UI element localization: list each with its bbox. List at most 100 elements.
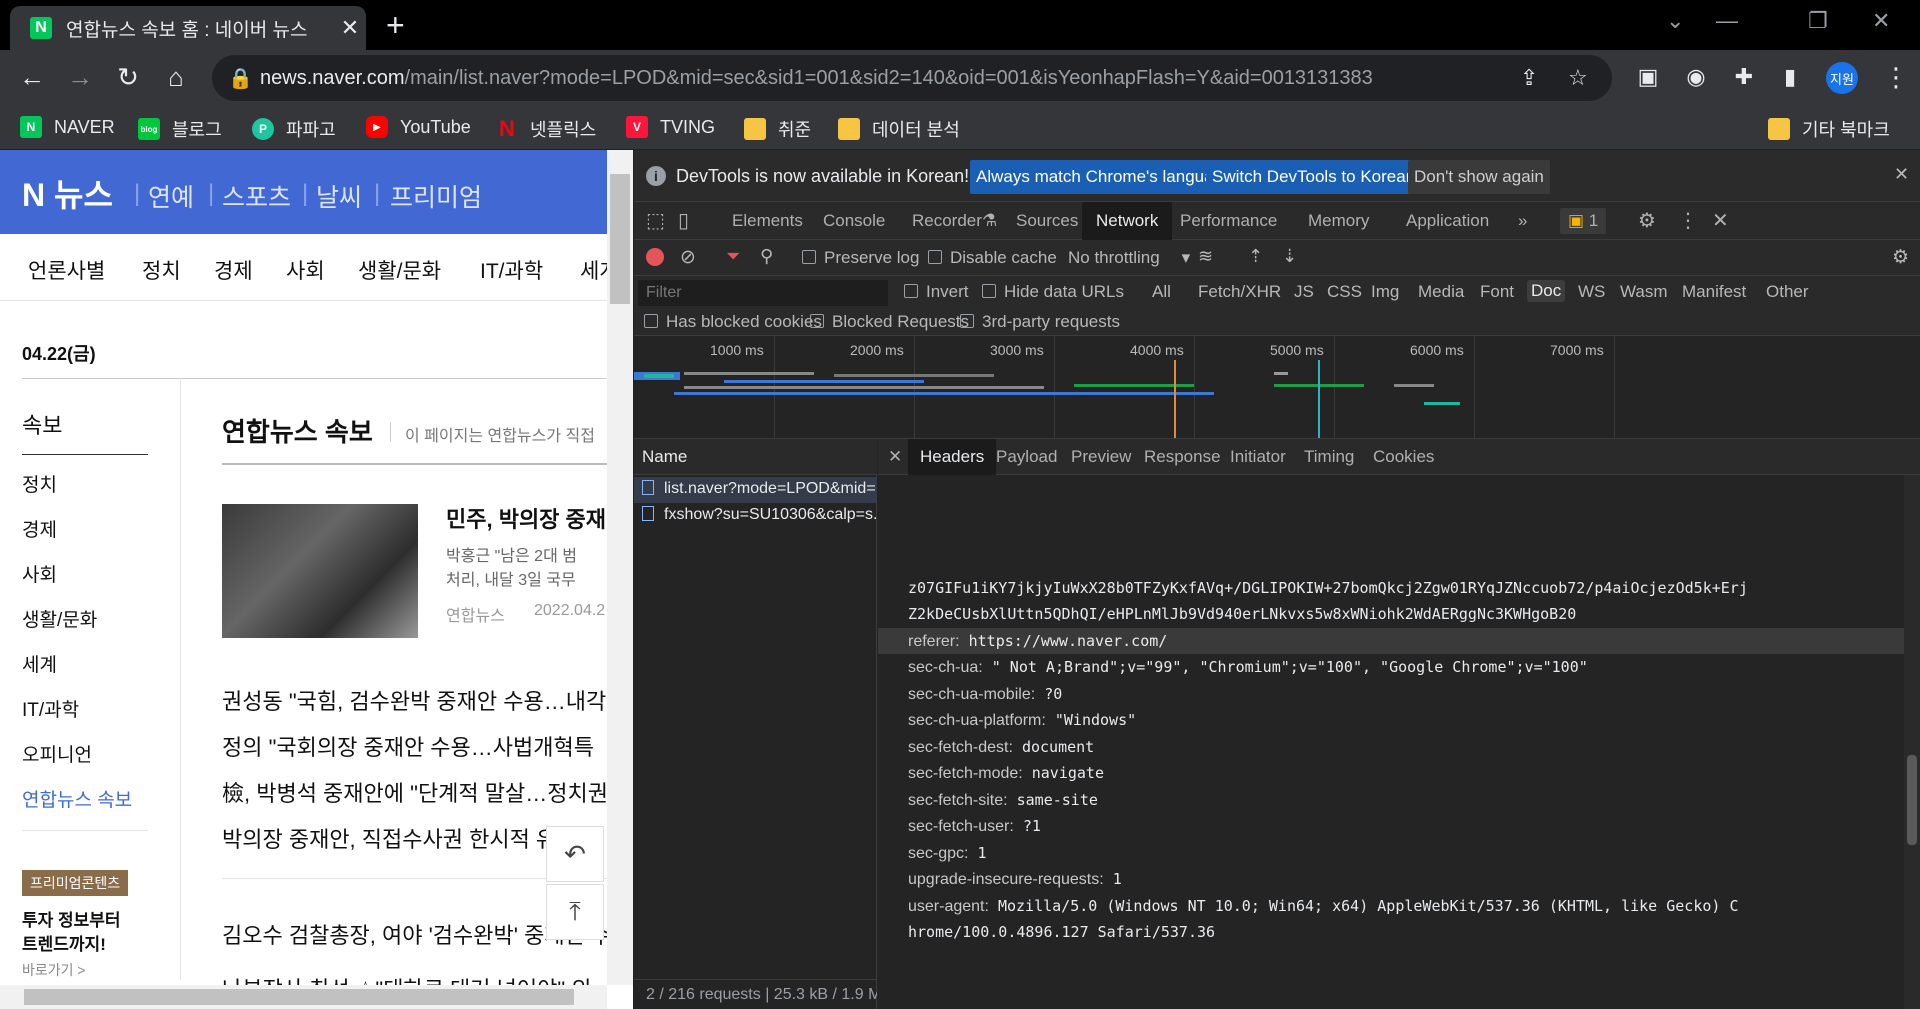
tab-preview[interactable]: Preview bbox=[1071, 439, 1131, 475]
issues-badge[interactable]: ▣ 1 bbox=[1560, 208, 1607, 234]
checkbox-box[interactable] bbox=[982, 284, 996, 298]
header-line[interactable]: user-agent: Mozilla/5.0 (Windows NT 10.0… bbox=[908, 897, 1739, 916]
bookmark-netflix[interactable]: N 넷플릭스 bbox=[496, 116, 596, 142]
sidebar-item-politics[interactable]: 정치 bbox=[22, 470, 57, 497]
hide-data-urls-checkbox[interactable]: Hide data URLs bbox=[982, 282, 1124, 302]
type-filter-font[interactable]: Font bbox=[1480, 282, 1514, 302]
forward-icon[interactable]: → bbox=[64, 62, 96, 92]
category-press[interactable]: 언론사별 bbox=[28, 255, 105, 285]
checkbox-box[interactable] bbox=[810, 314, 824, 328]
tab-search-icon[interactable]: ⌄ bbox=[1666, 8, 1684, 34]
type-filter-media[interactable]: Media bbox=[1418, 282, 1464, 302]
tab-sources[interactable]: Sources bbox=[1016, 202, 1078, 240]
header-line[interactable]: upgrade-insecure-requests: 1 bbox=[908, 870, 1122, 889]
section-link-premium[interactable]: 프리미엄 bbox=[390, 178, 482, 214]
article-link[interactable]: 박의장 중재안, 직접수사권 한시적 유지… bbox=[222, 822, 598, 854]
type-filter-ws[interactable]: WS bbox=[1578, 282, 1605, 302]
inspect-element-icon[interactable]: ⬚ bbox=[646, 202, 665, 240]
header-line[interactable]: sec-ch-ua-mobile: ?0 bbox=[908, 685, 1062, 704]
category-politics[interactable]: 정치 bbox=[142, 255, 181, 285]
type-filter-wasm[interactable]: Wasm bbox=[1620, 282, 1668, 302]
article-link[interactable]: 정의 "국회의장 중재안 수용…사법개혁특 bbox=[222, 730, 594, 762]
type-filter-js[interactable]: JS bbox=[1294, 282, 1314, 302]
type-filter-img[interactable]: Img bbox=[1371, 282, 1399, 302]
filter-funnel-icon[interactable]: ⏷ bbox=[726, 246, 740, 267]
type-filter-other[interactable]: Other bbox=[1766, 282, 1809, 302]
search-icon[interactable]: ⚲ bbox=[760, 246, 773, 267]
tab-performance[interactable]: Performance bbox=[1180, 202, 1277, 240]
header-line[interactable]: Z2kDeCUsbXlUttn5QDhQI/eHPLnMlJb9Vd940erL… bbox=[908, 605, 1576, 624]
sidebar-item-economy[interactable]: 경제 bbox=[22, 515, 57, 542]
address-bar[interactable]: 🔒 news.naver.com/main/list.naver?mode=LP… bbox=[212, 55, 1612, 101]
category-it[interactable]: IT/과학 bbox=[480, 255, 543, 285]
section-link-sports[interactable]: 스포츠 bbox=[222, 178, 291, 214]
page-vertical-scrollbar[interactable] bbox=[607, 150, 633, 985]
browser-tab[interactable]: N 연합뉴스 속보 홈 : 네이버 뉴스 ✕ bbox=[10, 6, 366, 50]
request-row[interactable]: fxshow?su=SU10306&calp=s... bbox=[634, 503, 877, 529]
header-line[interactable]: sec-gpc: 1 bbox=[908, 844, 987, 863]
tab-memory[interactable]: Memory bbox=[1308, 202, 1369, 240]
promo-link[interactable]: 바로가기 > bbox=[22, 960, 86, 980]
close-detail-icon[interactable]: ✕ bbox=[888, 439, 902, 475]
type-filter-doc[interactable]: Doc bbox=[1527, 280, 1566, 302]
network-settings-icon[interactable]: ⚙ bbox=[1892, 246, 1909, 269]
checkbox-box[interactable] bbox=[802, 250, 816, 264]
new-tab-button[interactable]: + bbox=[386, 8, 405, 42]
has-blocked-cookies-checkbox[interactable]: Has blocked cookies bbox=[644, 312, 822, 332]
back-icon[interactable]: ← bbox=[16, 62, 48, 92]
lock-icon[interactable]: 🔒 bbox=[228, 66, 253, 91]
close-devtools-icon[interactable]: ✕ bbox=[1712, 202, 1729, 240]
clear-icon[interactable]: ⊘ bbox=[680, 246, 696, 269]
article-thumbnail[interactable] bbox=[222, 504, 418, 638]
promo-text[interactable]: 투자 정보부터 bbox=[22, 906, 121, 931]
filter-input[interactable]: Filter bbox=[638, 280, 888, 306]
header-line[interactable]: sec-ch-ua: " Not A;Brand";v="99", "Chrom… bbox=[908, 658, 1588, 677]
tab-payload[interactable]: Payload bbox=[996, 439, 1057, 475]
close-tab-icon[interactable]: ✕ bbox=[334, 15, 366, 41]
header-line[interactable]: z07GIFu1iKY7jkjyIuWxX28b0TFZyKxfAVq+/DGL… bbox=[908, 579, 1748, 598]
close-window-icon[interactable]: ✕ bbox=[1872, 8, 1890, 34]
tab-initiator[interactable]: Initiator bbox=[1230, 439, 1286, 475]
dont-show-again-button[interactable]: Don't show again bbox=[1408, 160, 1550, 194]
reload-icon[interactable]: ↻ bbox=[112, 62, 144, 92]
network-conditions-icon[interactable]: ≋ bbox=[1198, 246, 1213, 267]
bookmark-papago[interactable]: P 파파고 bbox=[252, 116, 336, 142]
section-link-weather[interactable]: 날씨 bbox=[316, 178, 362, 214]
menu-icon[interactable]: ⋮ bbox=[1880, 62, 1912, 92]
extensions-icon[interactable]: ✚ bbox=[1728, 62, 1760, 92]
network-overview-timeline[interactable]: 1000 ms 2000 ms 3000 ms 4000 ms 5000 ms … bbox=[634, 336, 1920, 439]
back-to-list-button[interactable]: ↶ bbox=[546, 826, 604, 882]
header-line[interactable]: referer: https://www.naver.com/ bbox=[908, 632, 1167, 651]
type-filter-css[interactable]: CSS bbox=[1327, 282, 1362, 302]
header-line[interactable]: sec-fetch-mode: navigate bbox=[908, 764, 1104, 783]
sidebar-item-yonhap-breaking[interactable]: 연합뉴스 속보 bbox=[22, 785, 132, 812]
checkbox-box[interactable] bbox=[928, 250, 942, 264]
name-column-header[interactable]: Name bbox=[634, 439, 877, 475]
tab-cookies[interactable]: Cookies bbox=[1373, 439, 1434, 475]
invert-checkbox[interactable]: Invert bbox=[904, 282, 969, 302]
scrollbar-thumb[interactable] bbox=[610, 174, 630, 304]
tab-console[interactable]: Console bbox=[823, 202, 885, 240]
bookmark-youtube[interactable]: ▶ YouTube bbox=[366, 116, 471, 138]
bookmark-folder-other[interactable]: 기타 북마크 bbox=[1768, 116, 1890, 142]
import-har-icon[interactable]: ⇡ bbox=[1248, 246, 1263, 267]
naver-news-logo[interactable]: N 뉴스 bbox=[22, 170, 113, 216]
profile-avatar[interactable]: 지원 bbox=[1826, 62, 1858, 94]
tab-headers[interactable]: Headers bbox=[908, 439, 997, 475]
export-har-icon[interactable]: ⇣ bbox=[1282, 246, 1297, 267]
preserve-log-checkbox[interactable]: Preserve log bbox=[802, 248, 919, 268]
checkbox-box[interactable] bbox=[960, 314, 974, 328]
share-icon[interactable]: ⇪ bbox=[1520, 65, 1538, 91]
home-icon[interactable]: ⌂ bbox=[160, 62, 192, 92]
header-line[interactable]: sec-fetch-dest: document bbox=[908, 738, 1094, 757]
tab-timing[interactable]: Timing bbox=[1304, 439, 1354, 475]
bookmark-blog[interactable]: blog 블로그 bbox=[138, 116, 222, 142]
third-party-requests-checkbox[interactable]: 3rd-party requests bbox=[960, 312, 1120, 332]
cast-icon[interactable]: ▣ bbox=[1632, 62, 1664, 92]
side-panel-icon[interactable]: ▮ bbox=[1774, 62, 1806, 92]
tab-network[interactable]: Network bbox=[1082, 202, 1173, 240]
header-line[interactable]: sec-ch-ua-platform: "Windows" bbox=[908, 711, 1136, 730]
tab-response[interactable]: Response bbox=[1144, 439, 1221, 475]
article-link[interactable]: 檢, 박병석 중재안에 "단계적 말살…정치권 bbox=[222, 776, 608, 808]
type-filter-manifest[interactable]: Manifest bbox=[1682, 282, 1746, 302]
